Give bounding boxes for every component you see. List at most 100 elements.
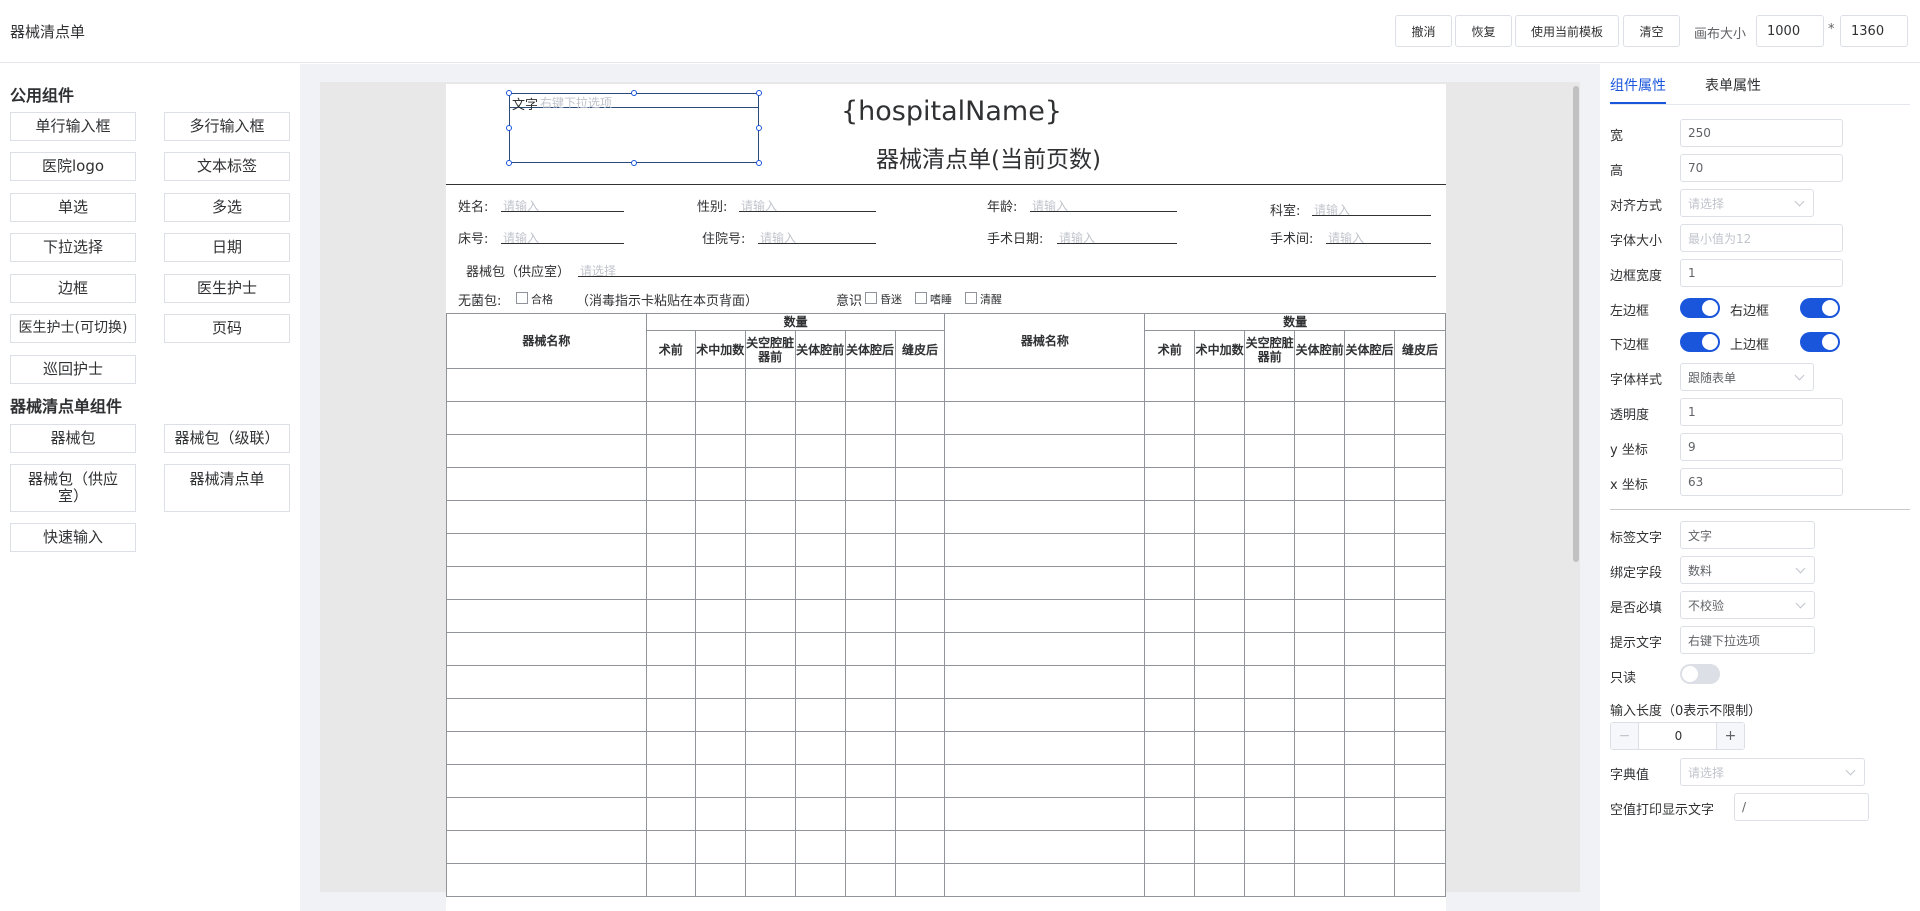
table-cell[interactable] xyxy=(1394,599,1446,633)
table-cell[interactable] xyxy=(694,533,746,567)
table-cell[interactable] xyxy=(1394,401,1446,435)
table-cell[interactable] xyxy=(446,500,647,534)
table-cell[interactable] xyxy=(1344,698,1396,732)
table-cell[interactable] xyxy=(694,599,746,633)
table-cell[interactable] xyxy=(1294,500,1346,534)
table-cell[interactable] xyxy=(944,665,1146,699)
table-cell[interactable] xyxy=(744,566,796,600)
border-width-input[interactable]: 1 xyxy=(1680,259,1843,287)
table-cell[interactable] xyxy=(1244,764,1296,798)
table-cell[interactable] xyxy=(944,467,1146,501)
table-cell[interactable] xyxy=(1244,698,1296,732)
table-cell[interactable] xyxy=(645,632,696,666)
component-kit[interactable]: 器械包 xyxy=(10,424,136,453)
table-cell[interactable] xyxy=(645,566,696,600)
table-cell[interactable] xyxy=(1344,599,1396,633)
table-cell[interactable] xyxy=(794,863,846,897)
table-cell[interactable] xyxy=(894,467,946,501)
table-cell[interactable] xyxy=(744,698,796,732)
input-length-stepper[interactable]: − 0 + xyxy=(1610,722,1745,750)
table-cell[interactable] xyxy=(844,401,896,435)
table-cell[interactable] xyxy=(446,863,647,897)
table-cell[interactable] xyxy=(894,698,946,732)
y-coordinate-input[interactable]: 9 xyxy=(1680,433,1843,461)
table-cell[interactable] xyxy=(694,632,746,666)
component-quick-input[interactable]: 快速输入 xyxy=(10,523,136,552)
font-size-input[interactable]: 最小值为12 xyxy=(1680,224,1843,252)
table-cell[interactable] xyxy=(645,731,696,765)
table-cell[interactable] xyxy=(1194,830,1246,864)
table-cell[interactable] xyxy=(1144,665,1196,699)
table-cell[interactable] xyxy=(1244,533,1296,567)
bind-field-select[interactable]: 数料 xyxy=(1680,556,1815,584)
table-cell[interactable] xyxy=(1394,665,1446,699)
table-cell[interactable] xyxy=(1394,863,1446,897)
awake-checkbox[interactable] xyxy=(965,292,977,304)
table-cell[interactable] xyxy=(844,632,896,666)
table-cell[interactable] xyxy=(794,467,846,501)
top-border-toggle[interactable] xyxy=(1800,332,1840,352)
table-cell[interactable] xyxy=(744,632,796,666)
resize-handle[interactable] xyxy=(631,90,637,96)
table-cell[interactable] xyxy=(446,368,647,402)
table-cell[interactable] xyxy=(1394,731,1446,765)
table-cell[interactable] xyxy=(1144,830,1196,864)
table-cell[interactable] xyxy=(944,698,1146,732)
table-cell[interactable] xyxy=(1194,566,1246,600)
table-cell[interactable] xyxy=(894,533,946,567)
table-cell[interactable] xyxy=(944,566,1146,600)
table-cell[interactable] xyxy=(1194,797,1246,831)
table-cell[interactable] xyxy=(844,500,896,534)
table-cell[interactable] xyxy=(944,401,1146,435)
canvas-width-input[interactable]: 1000 xyxy=(1756,15,1824,47)
table-cell[interactable] xyxy=(944,632,1146,666)
table-cell[interactable] xyxy=(446,665,647,699)
resize-handle[interactable] xyxy=(506,90,512,96)
table-cell[interactable] xyxy=(1194,632,1246,666)
table-cell[interactable] xyxy=(1294,467,1346,501)
table-cell[interactable] xyxy=(1294,731,1346,765)
table-cell[interactable] xyxy=(944,830,1146,864)
table-cell[interactable] xyxy=(894,566,946,600)
empty-print-input[interactable]: / xyxy=(1734,793,1869,821)
table-cell[interactable] xyxy=(944,500,1146,534)
table-cell[interactable] xyxy=(694,500,746,534)
table-cell[interactable] xyxy=(1244,797,1296,831)
table-cell[interactable] xyxy=(645,467,696,501)
table-cell[interactable] xyxy=(1394,500,1446,534)
opacity-input[interactable]: 1 xyxy=(1680,398,1843,426)
table-cell[interactable] xyxy=(744,764,796,798)
table-cell[interactable] xyxy=(694,797,746,831)
table-cell[interactable] xyxy=(1344,566,1396,600)
input-length-value[interactable]: 0 xyxy=(1639,723,1718,749)
table-cell[interactable] xyxy=(1144,764,1196,798)
table-cell[interactable] xyxy=(1344,665,1396,699)
table-cell[interactable] xyxy=(944,863,1146,897)
table-cell[interactable] xyxy=(794,368,846,402)
component-kit-supply[interactable]: 器械包（供应室） xyxy=(10,464,136,512)
table-cell[interactable] xyxy=(1344,467,1396,501)
table-cell[interactable] xyxy=(894,797,946,831)
table-cell[interactable] xyxy=(694,830,746,864)
table-cell[interactable] xyxy=(1144,632,1196,666)
table-cell[interactable] xyxy=(1144,500,1196,534)
increment-button[interactable]: + xyxy=(1716,723,1744,749)
table-cell[interactable] xyxy=(794,665,846,699)
table-cell[interactable] xyxy=(1294,797,1346,831)
required-select[interactable]: 不校验 xyxy=(1680,591,1815,619)
table-cell[interactable] xyxy=(894,401,946,435)
table-cell[interactable] xyxy=(645,797,696,831)
table-cell[interactable] xyxy=(446,830,647,864)
table-cell[interactable] xyxy=(794,830,846,864)
table-cell[interactable] xyxy=(1194,665,1246,699)
component-multi-input[interactable]: 多行输入框 xyxy=(164,112,290,141)
table-cell[interactable] xyxy=(1244,368,1296,402)
table-cell[interactable] xyxy=(944,764,1146,798)
table-cell[interactable] xyxy=(794,566,846,600)
table-cell[interactable] xyxy=(944,368,1146,402)
table-cell[interactable] xyxy=(1394,434,1446,468)
table-cell[interactable] xyxy=(1144,368,1196,402)
width-input[interactable]: 250 xyxy=(1680,119,1843,147)
table-cell[interactable] xyxy=(844,863,896,897)
component-page-number[interactable]: 页码 xyxy=(164,314,290,343)
